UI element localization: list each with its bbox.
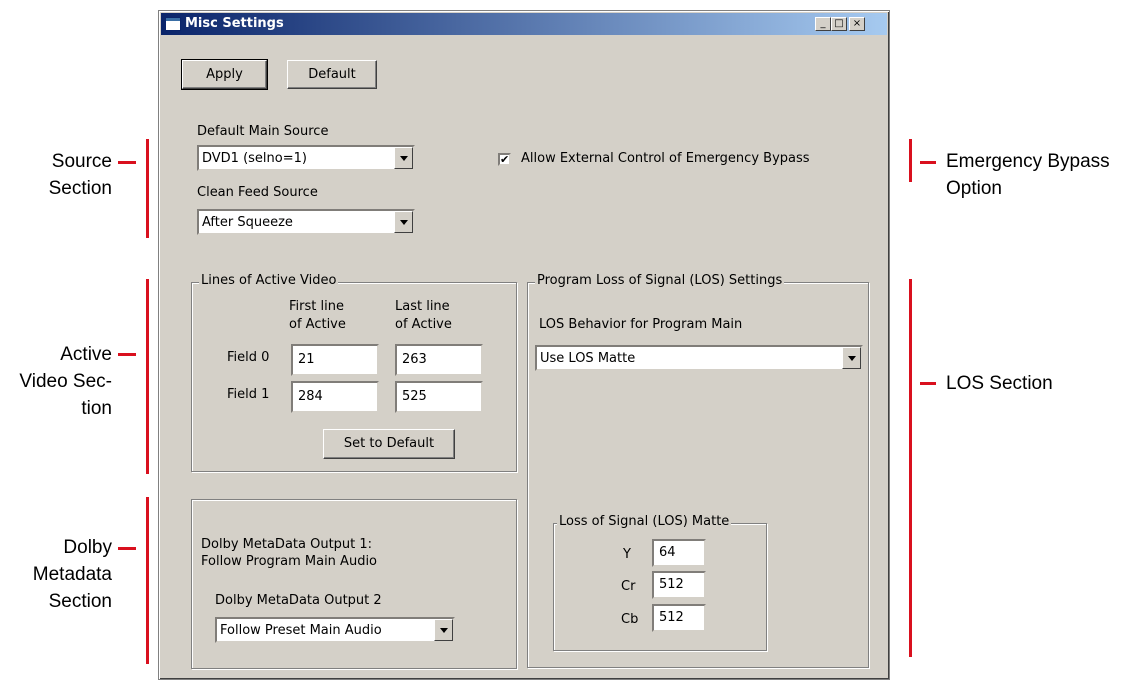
callout-source-section: Source Section <box>48 151 112 199</box>
dolby-output2-label: Dolby MetaData Output 2 <box>215 593 382 608</box>
callout-los-tick <box>920 382 936 385</box>
minimize-button[interactable]: _ <box>815 17 831 31</box>
callout-emergency-bypass: Emergency Bypass Option <box>946 151 1110 199</box>
window-title: Misc Settings <box>185 16 284 31</box>
last-line-header-1: Last line <box>395 299 450 314</box>
field0-label: Field 0 <box>227 350 270 365</box>
field0-first-line-input[interactable]: 21 <box>291 344 379 376</box>
default-main-source-select[interactable]: DVD1 (selno=1) <box>197 145 415 171</box>
los-matte-group-title: Loss of Signal (LOS) Matte <box>557 514 732 529</box>
callout-dolby-bracket <box>146 497 149 664</box>
los-matte-cb-input[interactable]: 512 <box>652 604 706 632</box>
emergency-bypass-label: Allow External Control of Emergency Bypa… <box>521 151 810 166</box>
dolby-output1-label-line1: Dolby MetaData Output 1: <box>201 537 373 552</box>
los-matte-y-input[interactable]: 64 <box>652 539 706 567</box>
los-matte-y-label: Y <box>623 547 631 562</box>
clean-feed-source-value: After Squeeze <box>202 215 293 230</box>
close-button[interactable]: × <box>849 17 865 31</box>
callout-active-video-tick <box>118 353 136 356</box>
checkmark-icon: ✔ <box>500 153 510 166</box>
field1-last-line-input[interactable]: 525 <box>395 381 483 413</box>
clean-feed-source-label: Clean Feed Source <box>197 185 318 200</box>
callout-active-video-section: Active Video Sec-tion <box>19 344 112 419</box>
los-matte-cb-label: Cb <box>621 612 639 627</box>
misc-settings-window: Misc Settings _ □ × Apply Default Defaul… <box>158 10 890 680</box>
active-video-group-title: Lines of Active Video <box>199 273 339 288</box>
callout-los-bracket <box>909 279 912 657</box>
first-line-header-2: of Active <box>289 317 346 332</box>
chevron-down-icon[interactable] <box>394 211 413 233</box>
chevron-down-icon[interactable] <box>842 347 861 369</box>
maximize-button[interactable]: □ <box>831 17 847 31</box>
los-matte-cr-label: Cr <box>621 579 636 594</box>
default-button[interactable]: Default <box>287 60 377 89</box>
clean-feed-source-select[interactable]: After Squeeze <box>197 209 415 235</box>
los-behavior-select[interactable]: Use LOS Matte <box>535 345 863 371</box>
dolby-output1-label-line2: Follow Program Main Audio <box>201 554 378 569</box>
callout-dolby-tick <box>118 547 136 550</box>
field0-last-line-input[interactable]: 263 <box>395 344 483 376</box>
callout-source-tick <box>118 161 136 164</box>
chevron-down-icon[interactable] <box>434 619 453 641</box>
first-line-header-1: First line <box>289 299 344 314</box>
los-group-title: Program Loss of Signal (LOS) Settings <box>535 273 785 288</box>
callout-los-section: LOS Section <box>946 373 1053 394</box>
set-to-default-button[interactable]: Set to Default <box>323 429 455 459</box>
apply-button[interactable]: Apply <box>181 59 268 90</box>
default-main-source-label: Default Main Source <box>197 124 329 139</box>
title-bar[interactable]: Misc Settings _ □ × <box>161 13 887 35</box>
field1-label: Field 1 <box>227 387 270 402</box>
chevron-down-icon[interactable] <box>394 147 413 169</box>
los-matte-cr-input[interactable]: 512 <box>652 571 706 599</box>
los-behavior-label: LOS Behavior for Program Main <box>539 317 743 332</box>
last-line-header-2: of Active <box>395 317 452 332</box>
emergency-bypass-checkbox[interactable]: ✔ <box>498 153 511 166</box>
los-behavior-value: Use LOS Matte <box>540 351 636 366</box>
dolby-output2-value: Follow Preset Main Audio <box>220 623 382 638</box>
callout-source-bracket <box>146 139 149 238</box>
dolby-group <box>191 499 517 669</box>
callout-dolby-section: Dolby Metadata Section <box>32 537 112 612</box>
window-icon <box>165 17 181 31</box>
callout-emergency-bracket <box>909 139 912 182</box>
callout-active-video-bracket <box>146 279 149 474</box>
callout-emergency-tick <box>920 161 936 164</box>
default-main-source-value: DVD1 (selno=1) <box>202 151 307 166</box>
field1-first-line-input[interactable]: 284 <box>291 381 379 413</box>
dolby-output2-select[interactable]: Follow Preset Main Audio <box>215 617 455 643</box>
